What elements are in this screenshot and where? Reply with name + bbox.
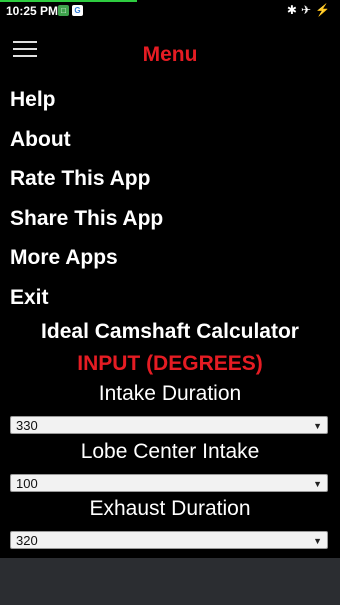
lobe-center-intake-select[interactable]: 100 ▼ <box>10 474 328 492</box>
charging-icon: ⚡ <box>315 3 334 17</box>
menu-item-rate-this-app[interactable]: Rate This App <box>10 163 163 203</box>
chevron-down-icon: ▼ <box>313 536 322 546</box>
app-screen: 10:25 PM □ G ✱✈⚡ Menu Help About Rate Th… <box>0 0 340 558</box>
exhaust-duration-label: Exhaust Duration <box>89 497 251 520</box>
app-title: Ideal Camshaft Calculator <box>41 320 299 343</box>
lobe-center-intake-label: Lobe Center Intake <box>80 440 260 463</box>
intake-duration-label: Intake Duration <box>98 382 242 405</box>
navigation-bar-area <box>0 558 340 605</box>
intake-duration-value: 330 <box>16 418 38 433</box>
airplane-icon: ✈ <box>300 3 316 17</box>
notification-green-icon: □ <box>58 5 69 16</box>
menu-list: Help About Rate This App Share This App … <box>10 84 163 322</box>
input-heading: INPUT (DEGREES) <box>77 352 263 375</box>
intake-duration-select[interactable]: 330 ▼ <box>10 416 328 434</box>
menu-item-exit[interactable]: Exit <box>10 282 163 322</box>
exhaust-duration-value: 320 <box>16 533 38 548</box>
loading-progress-line <box>0 0 137 2</box>
menu-title: Menu <box>142 43 198 66</box>
chevron-down-icon: ▼ <box>313 479 322 489</box>
menu-item-about[interactable]: About <box>10 124 163 164</box>
menu-item-share-this-app[interactable]: Share This App <box>10 203 163 243</box>
notification-g-icon: G <box>72 5 83 16</box>
lobe-center-intake-value: 100 <box>16 476 38 491</box>
menu-item-help[interactable]: Help <box>10 84 163 124</box>
status-system-icons: ✱✈⚡ <box>287 3 334 17</box>
status-bar: 10:25 PM □ G ✱✈⚡ <box>0 0 340 22</box>
bluetooth-icon: ✱ <box>286 3 301 17</box>
menu-item-more-apps[interactable]: More Apps <box>10 242 163 282</box>
chevron-down-icon: ▼ <box>313 421 322 431</box>
status-time: 10:25 PM <box>6 4 59 18</box>
exhaust-duration-select[interactable]: 320 ▼ <box>10 531 328 549</box>
